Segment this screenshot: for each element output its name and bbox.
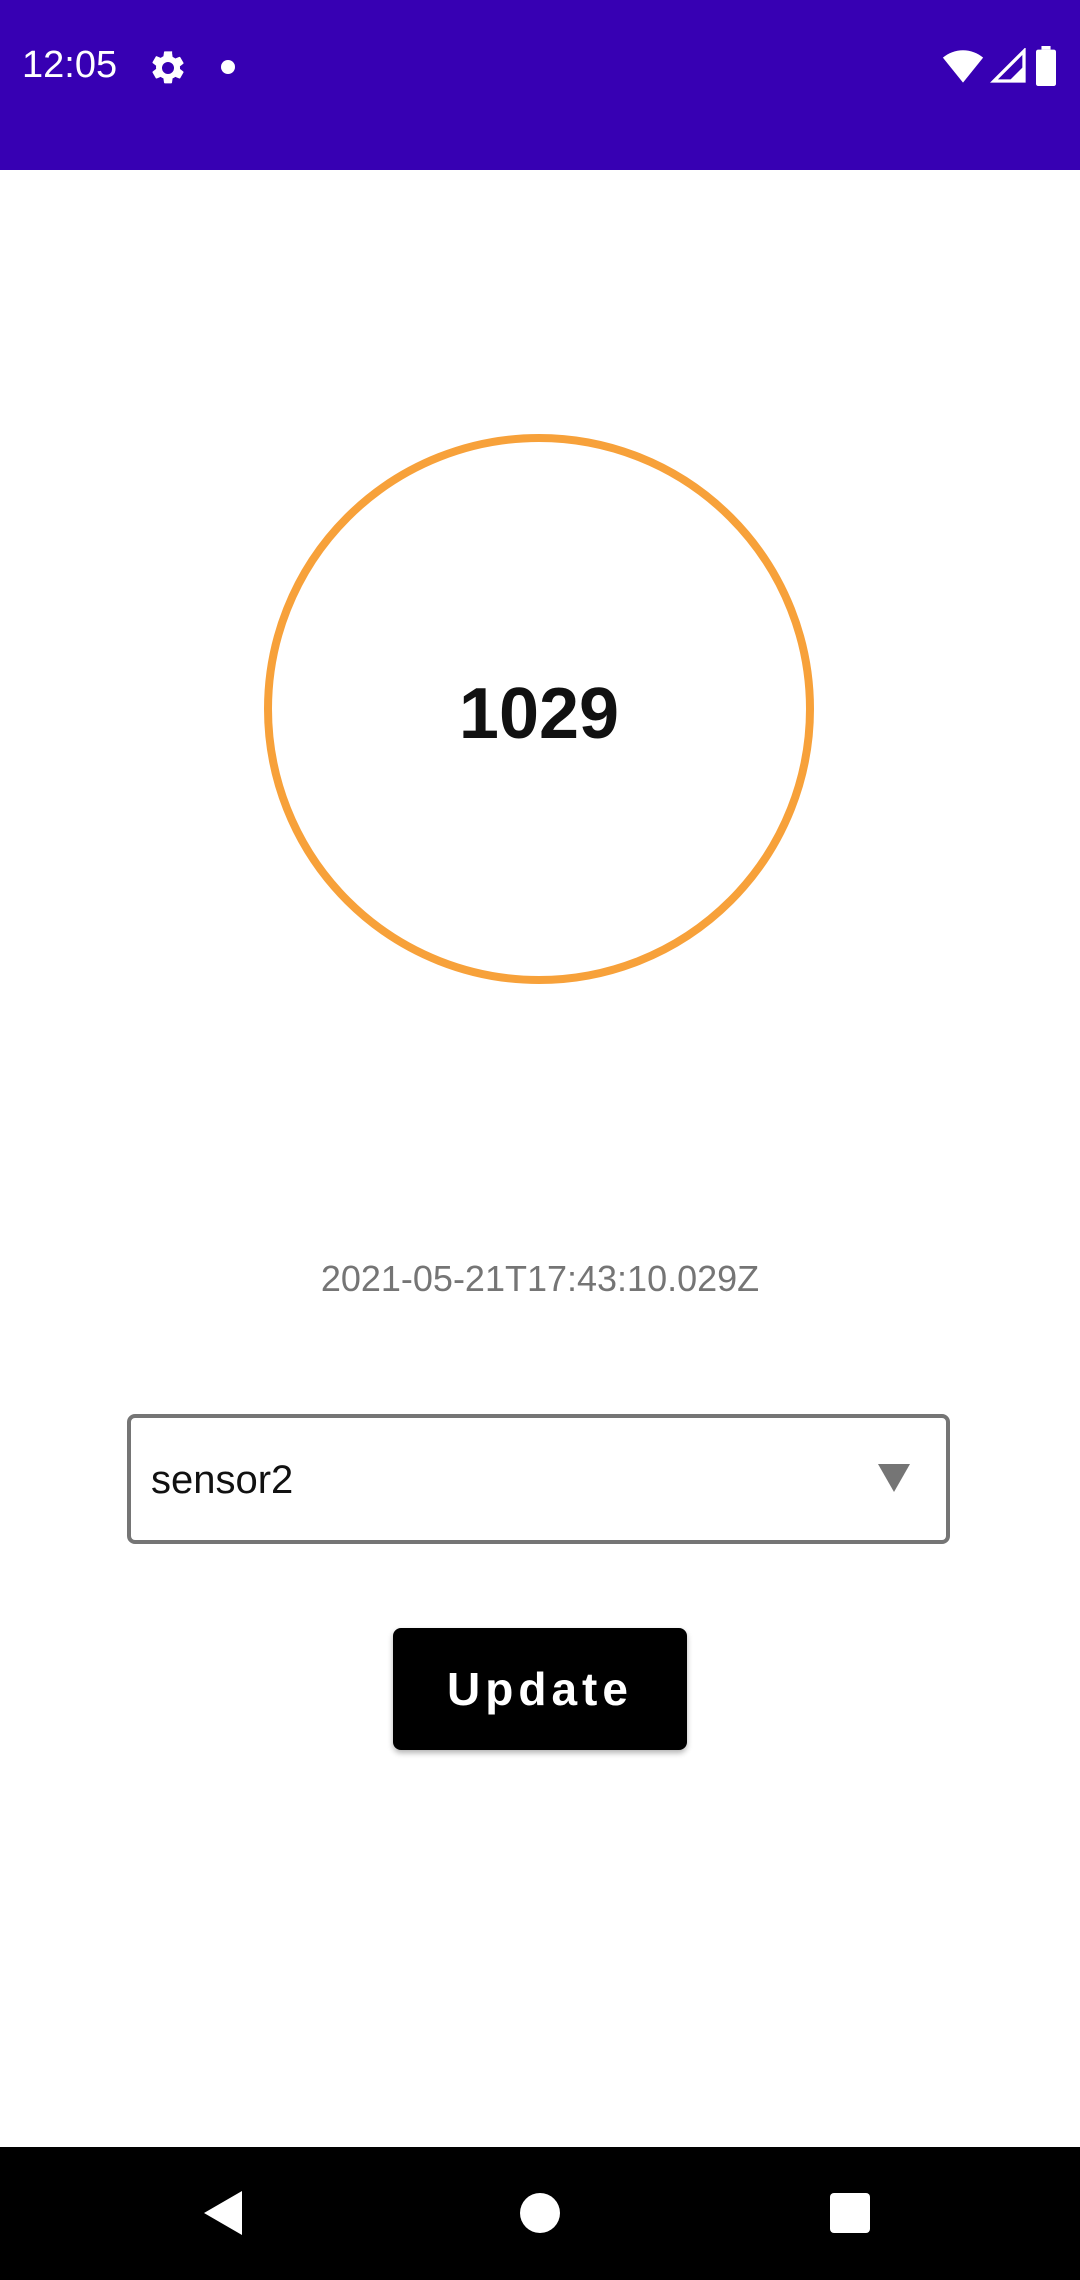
update-button[interactable]: Update — [393, 1628, 687, 1750]
battery-icon — [1036, 46, 1056, 86]
status-time: 12:05 — [22, 44, 118, 86]
sensor-select[interactable]: sensor2 — [127, 1414, 950, 1544]
dropdown-arrow-icon — [878, 1464, 910, 1492]
signal-icon — [990, 48, 1026, 83]
sensor-select-value: sensor2 — [151, 1458, 294, 1502]
notification-dot-icon — [221, 60, 235, 74]
status-bar: 12:05 — [0, 0, 1080, 170]
value-gauge: 1029 — [264, 434, 814, 984]
navigation-bar — [0, 2147, 1080, 2280]
recents-icon[interactable] — [830, 2193, 870, 2233]
back-icon[interactable] — [204, 2191, 242, 2235]
gear-icon — [152, 51, 184, 84]
gauge-value: 1029 — [458, 674, 620, 754]
app-screen: 12:05 1029 2021-05-21T17:43:10.029Z sens… — [0, 0, 1080, 2280]
wifi-icon — [942, 50, 984, 83]
home-icon[interactable] — [520, 2193, 560, 2233]
timestamp-text: 2021-05-21T17:43:10.029Z — [320, 1258, 760, 1299]
status-icons — [942, 46, 1058, 86]
